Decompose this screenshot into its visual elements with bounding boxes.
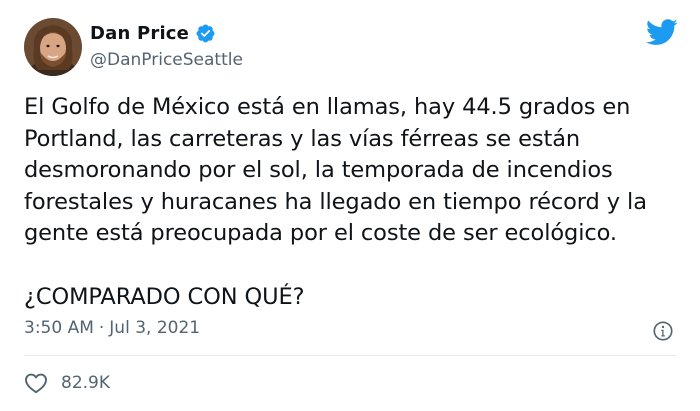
- tweet-text-line: ¿COMPARADO CON QUÉ?: [24, 283, 305, 310]
- tweet-text-line: El Golfo de México está en llamas, hay 4…: [24, 94, 631, 120]
- author-name-row: Dan Price: [90, 21, 216, 45]
- tweet-text-line: gente está preocupada por el coste de se…: [24, 220, 617, 247]
- heart-icon: [24, 372, 48, 394]
- like-count: 82.9K: [61, 373, 110, 393]
- author-handle[interactable]: @DanPriceSeattle: [90, 50, 243, 70]
- tweet-text-line: forestales y huracanes ha llegado en tie…: [24, 188, 647, 215]
- avatar[interactable]: [24, 18, 82, 76]
- avatar-image: [24, 18, 82, 76]
- tweet-card: Dan Price @DanPriceSeattle El Golfo de M…: [0, 0, 700, 411]
- tweet-date[interactable]: Jul 3, 2021: [109, 318, 200, 338]
- twitter-bird-icon[interactable]: [645, 19, 678, 46]
- meta-separator: ·: [98, 318, 105, 338]
- info-icon[interactable]: [652, 320, 674, 342]
- divider: [24, 355, 676, 356]
- tweet-time[interactable]: 3:50 AM: [24, 318, 94, 338]
- tweet-text-line: desmoronando por el sol, la temporada de…: [24, 157, 613, 184]
- display-name[interactable]: Dan Price: [90, 23, 189, 44]
- tweet-text: El Golfo de México está en llamas, hay 4…: [24, 92, 684, 313]
- like-button[interactable]: 82.9K: [24, 372, 110, 394]
- tweet-timestamp: 3:50 AM · Jul 3, 2021: [24, 318, 200, 338]
- verified-badge-icon: [195, 23, 216, 44]
- tweet-text-line: Portland, las carreteras y las vías férr…: [24, 125, 581, 152]
